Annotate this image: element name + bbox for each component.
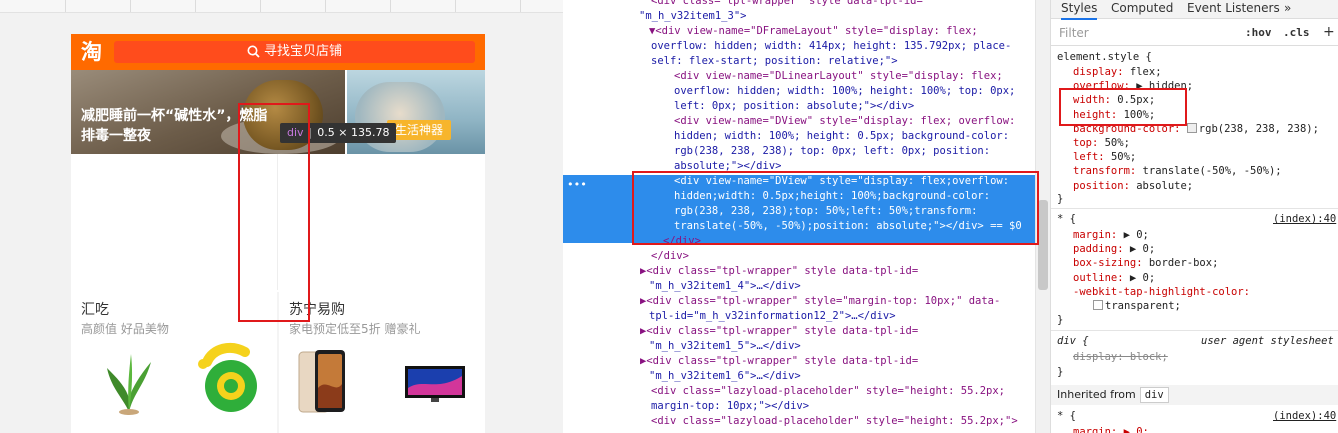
dom-line[interactable]: ▶<div class="tpl-wrapper" style data-tpl… bbox=[640, 324, 918, 339]
tv-product-image bbox=[405, 366, 465, 402]
phone-product-image bbox=[298, 350, 345, 413]
dom-line[interactable]: "m_h_v32item1_6">…</div> bbox=[649, 369, 801, 384]
dom-line[interactable]: ▶<div class="tpl-wrapper" style="margin-… bbox=[640, 294, 1000, 309]
star2-margin-prop: margin: ▶ 0; bbox=[1073, 426, 1149, 433]
close-brace: } bbox=[1057, 193, 1064, 205]
css-property[interactable]: -webkit-tap-highlight-color: bbox=[1073, 285, 1250, 299]
vegetable-image bbox=[107, 354, 151, 415]
filter-input[interactable]: Filter bbox=[1059, 26, 1089, 40]
color-swatch-icon[interactable] bbox=[1093, 300, 1103, 310]
tab-more[interactable]: » bbox=[1284, 0, 1291, 18]
styles-panel: Styles Computed Event Listeners » Filter… bbox=[1050, 0, 1338, 433]
dom-line[interactable]: <div view-name="DView" style="display: f… bbox=[674, 114, 1015, 129]
dom-line[interactable]: <div class="lazyload-placeholder" style=… bbox=[651, 414, 1018, 429]
dom-line[interactable]: <div class="tpl-wrapper" style data-tpl-… bbox=[651, 0, 923, 9]
star-source-link[interactable]: (index):40 bbox=[1273, 212, 1336, 226]
search-placeholder: 寻找宝贝店铺 bbox=[263, 44, 342, 59]
css-property[interactable]: display: flex; bbox=[1073, 65, 1162, 79]
taobao-logo[interactable]: 淘 bbox=[81, 40, 109, 64]
taobao-header: 淘 寻找宝贝店铺 bbox=[71, 34, 485, 70]
hov-toggle[interactable]: :hov bbox=[1245, 26, 1272, 39]
page-preview-viewport: 淘 寻找宝贝店铺 减肥睡前一杯“碱性水”，燃脂 排毒一整夜 生活神器 汇吃 高颜… bbox=[0, 0, 563, 433]
css-property[interactable]: left: 50%; bbox=[1073, 150, 1136, 164]
filter-row: Filter :hov .cls + bbox=[1051, 23, 1338, 46]
annotation-box-dom bbox=[632, 171, 1039, 245]
css-property[interactable]: top: 50%; bbox=[1073, 136, 1130, 150]
dom-line[interactable]: self: flex-start; position: relative;"> bbox=[651, 54, 898, 69]
dom-line[interactable]: "m_h_v32item1_3"> bbox=[639, 9, 746, 24]
ua-selector: div { bbox=[1057, 335, 1089, 347]
card-subtitle: 家电预定低至5折 赠豪礼 bbox=[289, 322, 421, 336]
tooltip-size: 0.5 × 135.78 bbox=[317, 126, 390, 139]
css-property[interactable]: position: absolute; bbox=[1073, 179, 1193, 193]
close-brace: } bbox=[1057, 366, 1064, 378]
search-icon bbox=[247, 45, 260, 58]
color-swatch-icon[interactable] bbox=[1186, 122, 1197, 133]
star2-source-link[interactable]: (index):40 bbox=[1273, 409, 1336, 423]
dom-line[interactable]: margin-top: 10px;"></div> bbox=[651, 399, 809, 414]
star-selector: * { bbox=[1057, 213, 1076, 225]
inherited-header: Inherited from div bbox=[1051, 385, 1338, 405]
inherited-label: Inherited from bbox=[1057, 388, 1136, 401]
scroll-thumb[interactable] bbox=[1038, 200, 1048, 290]
css-property[interactable]: box-sizing: border-box; bbox=[1073, 256, 1218, 270]
dom-line[interactable]: </div> bbox=[651, 249, 689, 264]
element-style-selector: element.style { bbox=[1057, 51, 1152, 63]
css-property[interactable]: padding: ▶ 0; bbox=[1073, 242, 1155, 256]
tab-styles[interactable]: Styles bbox=[1061, 0, 1098, 20]
tab-event-listeners[interactable]: Event Listeners bbox=[1187, 0, 1280, 18]
cls-toggle[interactable]: .cls bbox=[1283, 26, 1310, 39]
dom-line[interactable]: overflow: hidden; width: 414px; height: … bbox=[651, 39, 1011, 54]
star2-selector: * { bbox=[1057, 410, 1076, 422]
dom-line[interactable]: overflow: hidden; width: 100%; height: 1… bbox=[674, 84, 1015, 99]
banner-tag: 生活神器 bbox=[387, 120, 452, 140]
card-title: 汇吃 bbox=[81, 302, 109, 318]
dom-line[interactable]: <div class="lazyload-placeholder" style=… bbox=[651, 384, 1005, 399]
styles-tabbar: Styles Computed Event Listeners » bbox=[1051, 0, 1338, 20]
dom-line[interactable]: left: 0px; position: absolute;"></div> bbox=[674, 99, 914, 114]
dom-line[interactable]: rgb(238, 238, 238); top: 0px; left: 0px;… bbox=[674, 144, 990, 159]
css-property[interactable]: transform: translate(-50%, -50%); bbox=[1073, 164, 1282, 178]
card-subtitle: 高颜值 好品美物 bbox=[81, 322, 169, 336]
new-rule-button[interactable]: + bbox=[1323, 24, 1335, 40]
annotation-box-styles bbox=[1059, 88, 1187, 126]
toy-image bbox=[198, 342, 257, 412]
dom-line[interactable]: ▶<div class="tpl-wrapper" style data-tpl… bbox=[640, 264, 918, 279]
node-actions-ellipsis[interactable]: ••• bbox=[567, 177, 587, 192]
dom-line[interactable]: "m_h_v32item1_4">…</div> bbox=[649, 279, 801, 294]
css-property[interactable]: outline: ▶ 0; bbox=[1073, 271, 1155, 285]
dom-line[interactable]: <div view-name="DLinearLayout" style="di… bbox=[674, 69, 1003, 84]
css-property[interactable]: transparent; bbox=[1093, 299, 1181, 313]
close-brace: } bbox=[1057, 314, 1064, 326]
dom-line[interactable]: "m_h_v32item1_5">…</div> bbox=[649, 339, 801, 354]
dom-line[interactable]: ▼<div view-name="DFrameLayout" style="di… bbox=[649, 24, 978, 39]
dom-line[interactable]: hidden; width: 100%; height: 0.5px; back… bbox=[674, 129, 1009, 144]
annotation-box-preview bbox=[238, 103, 310, 322]
preview-top-strip bbox=[0, 0, 563, 13]
dom-line[interactable]: tpl-id="m_h_v32information12_2">…</div> bbox=[649, 309, 896, 324]
ua-display-prop: display: block; bbox=[1073, 351, 1168, 363]
tab-computed[interactable]: Computed bbox=[1111, 0, 1173, 18]
dom-line[interactable]: ▶<div class="tpl-wrapper" style data-tpl… bbox=[640, 354, 918, 369]
css-property[interactable]: margin: ▶ 0; bbox=[1073, 228, 1149, 242]
inherited-chip[interactable]: div bbox=[1139, 387, 1169, 403]
elements-panel: ••• <div class="tpl-wrapper" style data-… bbox=[563, 0, 1051, 433]
search-bar[interactable]: 寻找宝贝店铺 bbox=[114, 41, 475, 63]
ua-source: user agent stylesheet bbox=[1201, 335, 1334, 347]
